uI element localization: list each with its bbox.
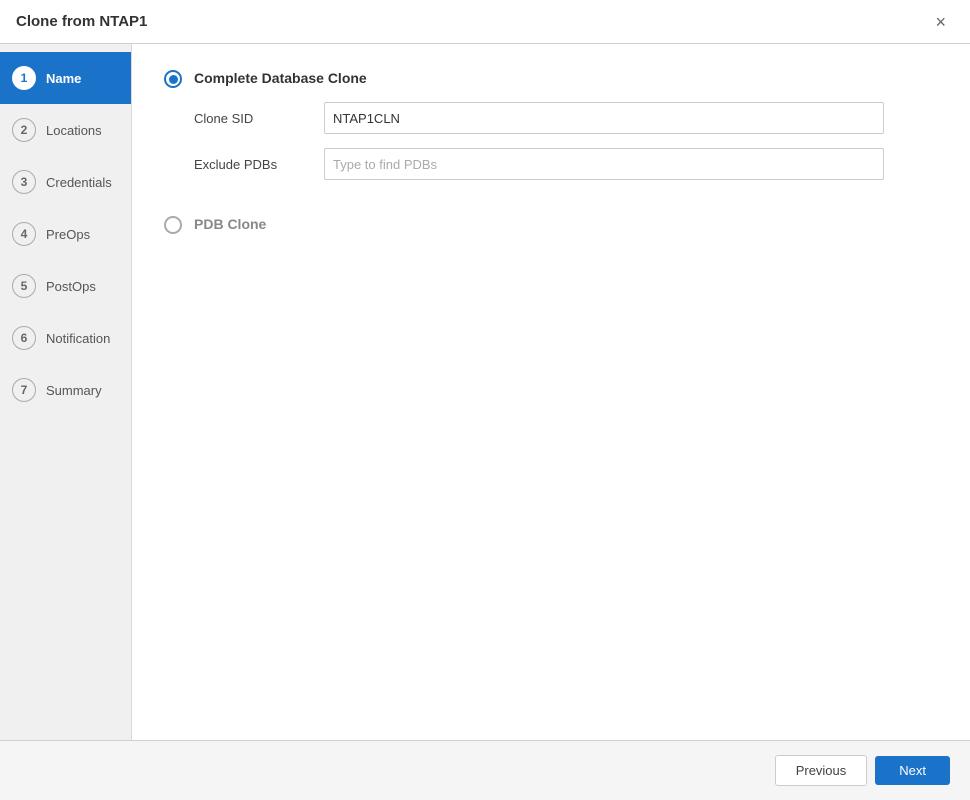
dialog-title: Clone from NTAP1	[16, 13, 147, 30]
previous-button[interactable]: Previous	[775, 755, 868, 786]
sidebar-item-postops[interactable]: 5 PostOps	[0, 260, 131, 312]
main-content: Complete Database Clone Clone SID Exclud…	[132, 44, 970, 740]
close-button[interactable]: ×	[927, 9, 954, 35]
sidebar-item-credentials[interactable]: 3 Credentials	[0, 156, 131, 208]
sidebar-item-label-locations: Locations	[46, 123, 102, 138]
exclude-pdbs-input[interactable]	[324, 148, 884, 180]
clone-sid-group: Clone SID	[194, 102, 938, 134]
sidebar-item-name[interactable]: 1 Name	[0, 52, 131, 104]
step-badge-1: 1	[12, 66, 36, 90]
dialog-footer: Previous Next	[0, 740, 970, 800]
exclude-pdbs-group: Exclude PDBs	[194, 148, 938, 180]
pdb-clone-radio[interactable]	[164, 216, 182, 234]
next-button[interactable]: Next	[875, 756, 950, 785]
pdb-clone-title: PDB Clone	[194, 214, 938, 232]
step-badge-5: 5	[12, 274, 36, 298]
sidebar-item-label-summary: Summary	[46, 383, 102, 398]
step-badge-2: 2	[12, 118, 36, 142]
pdb-clone-content: PDB Clone	[194, 214, 938, 232]
complete-db-clone-title: Complete Database Clone	[194, 68, 938, 86]
sidebar-item-summary[interactable]: 7 Summary	[0, 364, 131, 416]
complete-db-clone-radio[interactable]	[164, 70, 182, 88]
sidebar-item-notification[interactable]: 6 Notification	[0, 312, 131, 364]
sidebar-item-preops[interactable]: 4 PreOps	[0, 208, 131, 260]
step-badge-6: 6	[12, 326, 36, 350]
sidebar-item-locations[interactable]: 2 Locations	[0, 104, 131, 156]
complete-db-clone-option: Complete Database Clone Clone SID Exclud…	[164, 68, 938, 194]
exclude-pdbs-label: Exclude PDBs	[194, 157, 324, 172]
sidebar-item-label-postops: PostOps	[46, 279, 96, 294]
step-badge-3: 3	[12, 170, 36, 194]
step-badge-7: 7	[12, 378, 36, 402]
dialog-body: 1 Name 2 Locations 3 Credentials 4 PreOp…	[0, 44, 970, 740]
dialog-header: Clone from NTAP1 ×	[0, 0, 970, 44]
sidebar-item-label-name: Name	[46, 71, 81, 86]
sidebar-item-label-credentials: Credentials	[46, 175, 112, 190]
sidebar-item-label-preops: PreOps	[46, 227, 90, 242]
clone-sid-input[interactable]	[324, 102, 884, 134]
pdb-clone-option: PDB Clone	[164, 214, 938, 234]
step-badge-4: 4	[12, 222, 36, 246]
sidebar: 1 Name 2 Locations 3 Credentials 4 PreOp…	[0, 44, 132, 740]
complete-db-clone-content: Complete Database Clone Clone SID Exclud…	[194, 68, 938, 194]
clone-dialog: Clone from NTAP1 × 1 Name 2 Locations 3 …	[0, 0, 970, 800]
sidebar-item-label-notification: Notification	[46, 331, 110, 346]
clone-sid-label: Clone SID	[194, 111, 324, 126]
